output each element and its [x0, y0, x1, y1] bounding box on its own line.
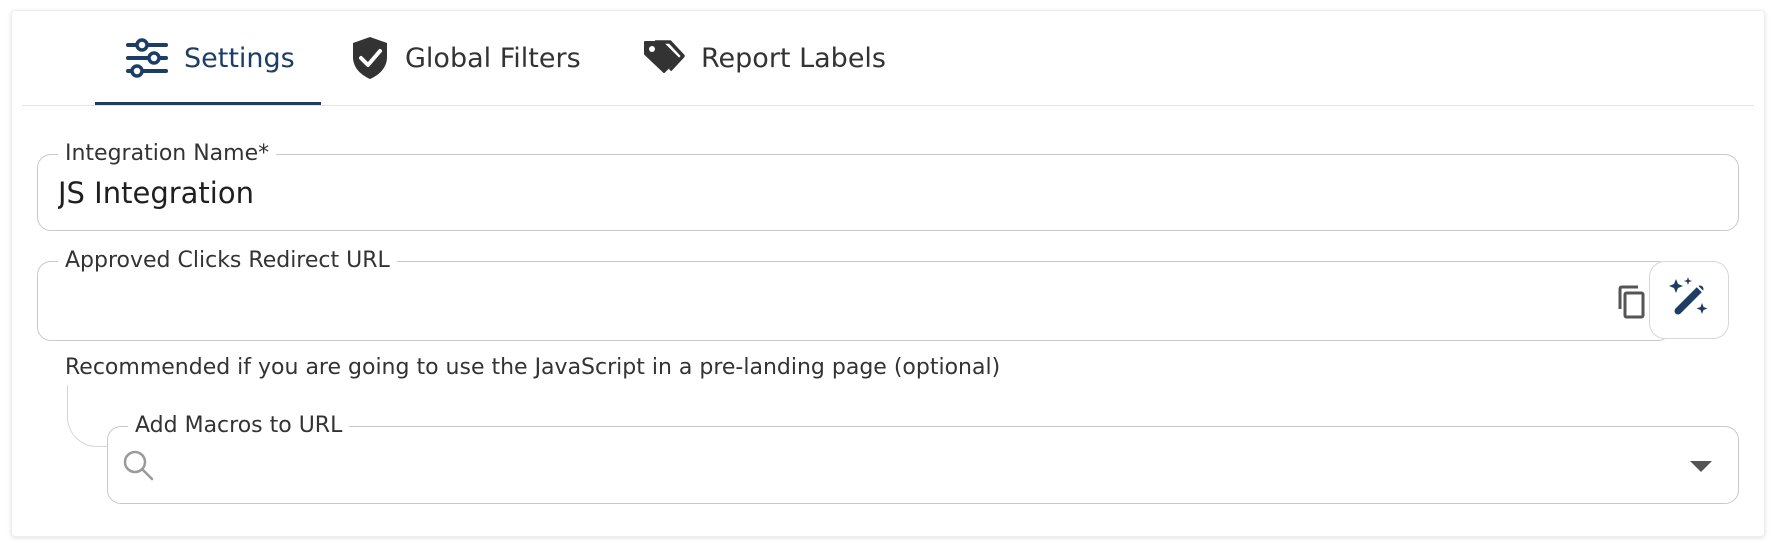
integration-name-label: Integration Name*: [58, 140, 277, 168]
macros-input[interactable]: [168, 445, 1668, 485]
shield-check-icon: [350, 35, 390, 81]
tab-report-labels[interactable]: Report Labels: [642, 11, 886, 105]
copy-icon[interactable]: [1611, 282, 1651, 322]
tree-connector: [67, 385, 107, 447]
redirect-url-field: Approved Clicks Redirect URL: [37, 247, 1672, 341]
redirect-url-input[interactable]: [58, 280, 1591, 320]
integration-name-input[interactable]: [58, 173, 1718, 213]
macros-label: Add Macros to URL: [128, 412, 350, 440]
tab-settings-label: Settings: [184, 42, 295, 74]
macros-field: Add Macros to URL: [107, 412, 1739, 504]
tabs-divider: [22, 105, 1754, 106]
tags-icon: [642, 38, 686, 78]
magic-wand-icon: [1666, 275, 1712, 325]
tab-global-filters[interactable]: Global Filters: [350, 11, 581, 105]
redirect-url-helper-text: Recommended if you are going to use the …: [65, 355, 1001, 380]
tab-settings[interactable]: Settings: [95, 11, 321, 106]
redirect-url-label: Approved Clicks Redirect URL: [58, 247, 397, 275]
tab-global-filters-label: Global Filters: [405, 42, 581, 74]
search-icon: [120, 447, 156, 483]
sliders-icon: [125, 38, 169, 78]
tab-bar: Settings Global Filters Report Labels: [12, 11, 1764, 106]
generate-url-button[interactable]: [1649, 261, 1729, 339]
integration-name-label-text: Integration Name: [65, 141, 259, 166]
integration-settings-card: Settings Global Filters Report Labels In…: [11, 10, 1765, 537]
caret-down-icon[interactable]: [1690, 461, 1712, 472]
integration-name-field: Integration Name*: [37, 140, 1739, 231]
tab-report-labels-label: Report Labels: [701, 42, 886, 74]
required-marker: *: [258, 141, 270, 166]
